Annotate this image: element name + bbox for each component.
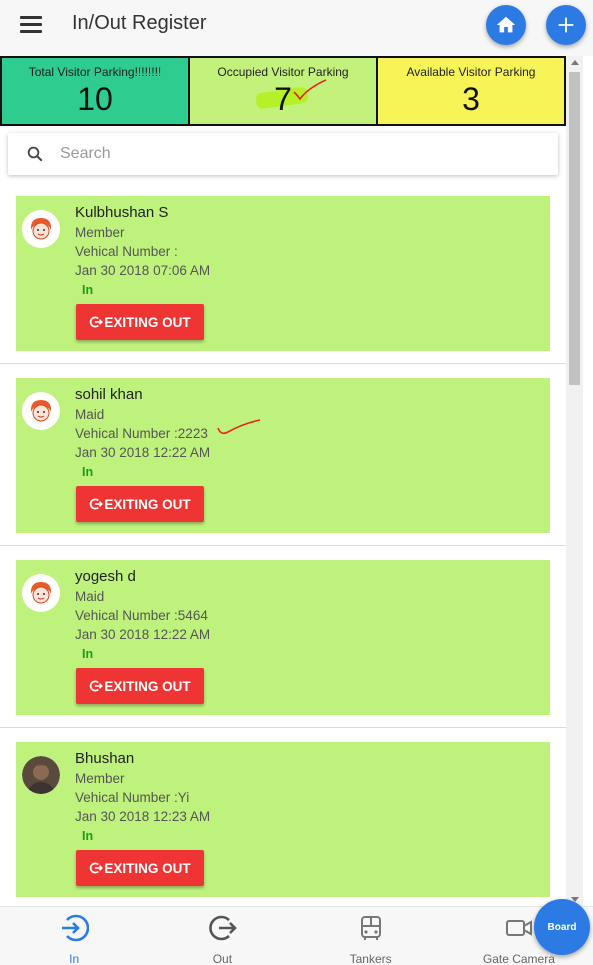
home-button[interactable]	[486, 5, 526, 45]
page-title: In/Out Register	[72, 12, 207, 34]
entry-name: yogesh d	[75, 568, 136, 585]
entry-name: sohil khan	[75, 386, 143, 403]
add-button[interactable]	[546, 5, 586, 45]
entry-role: Maid	[75, 407, 105, 422]
avatar	[22, 756, 60, 794]
search-icon	[27, 146, 43, 162]
entry-role: Maid	[75, 589, 105, 604]
exiting-out-label: EXITING OUT	[104, 678, 191, 694]
stat-label: Total Visitor Parking!!!!!!!!	[28, 65, 162, 79]
scrollbar[interactable]	[566, 56, 583, 906]
tab-label: Gate Camera	[482, 952, 555, 965]
cartoon-avatar-icon	[22, 210, 60, 248]
entry-role: Member	[75, 225, 125, 240]
logout-icon	[90, 862, 104, 874]
list-item: Bhushan Member Vehical Number :Yi Jan 30…	[0, 728, 566, 910]
bottom-tab-bar: In Out Tankers Gate Camera	[0, 906, 593, 965]
avatar	[22, 210, 60, 248]
entry-time: Jan 30 2018 07:06 AM	[75, 263, 211, 278]
list-item: sohil khan Maid Vehical Number :2223 Jan…	[0, 364, 566, 546]
tab-label: Tankers	[349, 952, 392, 965]
list-item: yogesh d Maid Vehical Number :5464 Jan 3…	[0, 546, 566, 728]
entry-card[interactable]: yogesh d Maid Vehical Number :5464 Jan 3…	[16, 560, 550, 715]
annotation-tick	[293, 79, 327, 101]
entry-vehicle-number: Vehical Number :	[75, 244, 178, 259]
photo-avatar-icon	[22, 756, 60, 794]
stat-total-parking: Total Visitor Parking!!!!!!!! 10	[0, 56, 190, 126]
entry-status: In	[82, 283, 94, 297]
entry-vehicle-number: Vehical Number :Yi	[75, 790, 190, 805]
entry-card[interactable]: Kulbhushan S Member Vehical Number : Jan…	[16, 196, 550, 351]
search-bar	[8, 133, 558, 175]
avatar	[22, 392, 60, 430]
logout-icon	[90, 316, 104, 328]
tab-tankers[interactable]: Tankers	[297, 907, 445, 965]
stat-value: 7	[274, 81, 292, 117]
register-list: Kulbhushan S Member Vehical Number : Jan…	[0, 182, 566, 910]
logout-icon	[90, 498, 104, 510]
entry-status: In	[82, 465, 94, 479]
entry-role: Member	[75, 771, 125, 786]
scroll-up-arrow-icon[interactable]	[571, 60, 579, 65]
exiting-out-button[interactable]: EXITING OUT	[76, 486, 204, 522]
stat-label: Occupied Visitor Parking	[217, 65, 349, 79]
entry-status: In	[82, 647, 94, 661]
menu-icon[interactable]	[20, 16, 42, 36]
board-button[interactable]: Board	[534, 899, 590, 955]
tab-out[interactable]: Out	[148, 907, 296, 965]
video-camera-icon	[505, 920, 532, 936]
exiting-out-label: EXITING OUT	[104, 860, 191, 876]
exiting-out-label: EXITING OUT	[104, 496, 191, 512]
entry-vehicle-number: Vehical Number :5464	[75, 608, 208, 623]
entry-card[interactable]: Bhushan Member Vehical Number :Yi Jan 30…	[16, 742, 550, 897]
exiting-out-button[interactable]: EXITING OUT	[76, 304, 204, 340]
bus-icon	[360, 916, 381, 940]
stat-label: Available Visitor Parking	[406, 65, 536, 79]
login-icon	[62, 914, 90, 942]
exiting-out-button[interactable]: EXITING OUT	[76, 850, 204, 886]
stat-value: 10	[77, 81, 113, 117]
entry-time: Jan 30 2018 12:22 AM	[75, 627, 211, 642]
avatar	[22, 574, 60, 612]
tab-label: In	[69, 952, 80, 965]
exiting-out-button[interactable]: EXITING OUT	[76, 668, 204, 704]
stat-available-parking: Available Visitor Parking 3	[378, 56, 566, 126]
logout-icon	[90, 680, 104, 692]
list-item: Kulbhushan S Member Vehical Number : Jan…	[0, 182, 566, 364]
exiting-out-label: EXITING OUT	[104, 314, 191, 330]
plus-icon	[558, 17, 574, 33]
entry-name: Kulbhushan S	[75, 204, 169, 221]
cartoon-avatar-icon	[22, 574, 60, 612]
stat-occupied-parking: Occupied Visitor Parking 7	[190, 56, 378, 126]
app-header: In/Out Register	[0, 0, 593, 56]
annotation-squiggle	[217, 419, 261, 435]
entry-vehicle-number: Vehical Number :2223	[75, 426, 208, 441]
parking-stats: Total Visitor Parking!!!!!!!! 10 Occupie…	[0, 56, 566, 126]
tab-label: Out	[212, 952, 233, 965]
entry-time: Jan 30 2018 12:22 AM	[75, 445, 211, 460]
stat-value: 3	[462, 81, 480, 117]
entry-name: Bhushan	[75, 750, 135, 767]
cartoon-avatar-icon	[22, 392, 60, 430]
entry-card[interactable]: sohil khan Maid Vehical Number :2223 Jan…	[16, 378, 550, 533]
scrollbar-thumb[interactable]	[569, 72, 580, 385]
search-input[interactable]	[60, 141, 540, 167]
entry-status: In	[82, 829, 94, 843]
home-icon	[496, 16, 516, 33]
entry-time: Jan 30 2018 12:23 AM	[75, 809, 211, 824]
tab-in[interactable]: In	[0, 907, 148, 965]
logout-icon	[209, 915, 238, 941]
